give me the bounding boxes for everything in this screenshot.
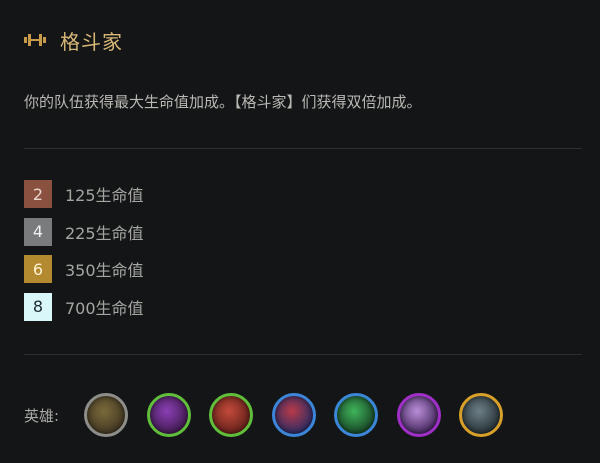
tier-bonus-text: 125生命值 xyxy=(65,186,144,205)
champion-row: 英雄: xyxy=(24,390,522,440)
tier-row: 6 350生命值 xyxy=(24,255,424,283)
divider xyxy=(24,148,582,149)
champion-portrait-2[interactable] xyxy=(146,393,191,437)
trait-title: 格斗家 xyxy=(60,29,123,54)
tier-bonus-text: 700生命值 xyxy=(65,298,144,318)
tier-row: 2 125生命值 xyxy=(24,180,424,208)
champion-portrait-6[interactable] xyxy=(396,393,441,437)
tier-count-badge: 8 xyxy=(24,292,52,321)
divider xyxy=(24,354,582,355)
champion-portrait-1[interactable] xyxy=(84,393,128,437)
champions-label: 英雄: xyxy=(24,406,60,425)
tier-row: 4 225生命值 xyxy=(24,217,424,246)
champion-portrait-7[interactable] xyxy=(459,393,503,437)
champion-portrait-3[interactable] xyxy=(209,393,253,437)
champion-portrait-4[interactable] xyxy=(271,393,316,437)
tier-bonus-text: 225生命值 xyxy=(65,223,144,243)
trait-description: 你的队伍获得最大生命值加成。【格斗家】们获得双倍加成。 xyxy=(24,93,422,111)
tier-count-badge: 2 xyxy=(24,180,52,208)
dumbbell-icon xyxy=(24,31,46,49)
tier-row: 8 700生命值 xyxy=(24,292,424,321)
tier-list: 2 125生命值 4 225生命值 6 350生命值 8 700生命值 xyxy=(24,180,424,330)
trait-header: 格斗家 xyxy=(24,22,123,58)
tier-count-badge: 6 xyxy=(24,255,52,283)
tier-bonus-text: 350生命值 xyxy=(65,261,144,280)
tier-count-badge: 4 xyxy=(24,217,52,246)
champion-portrait-5[interactable] xyxy=(334,393,378,437)
